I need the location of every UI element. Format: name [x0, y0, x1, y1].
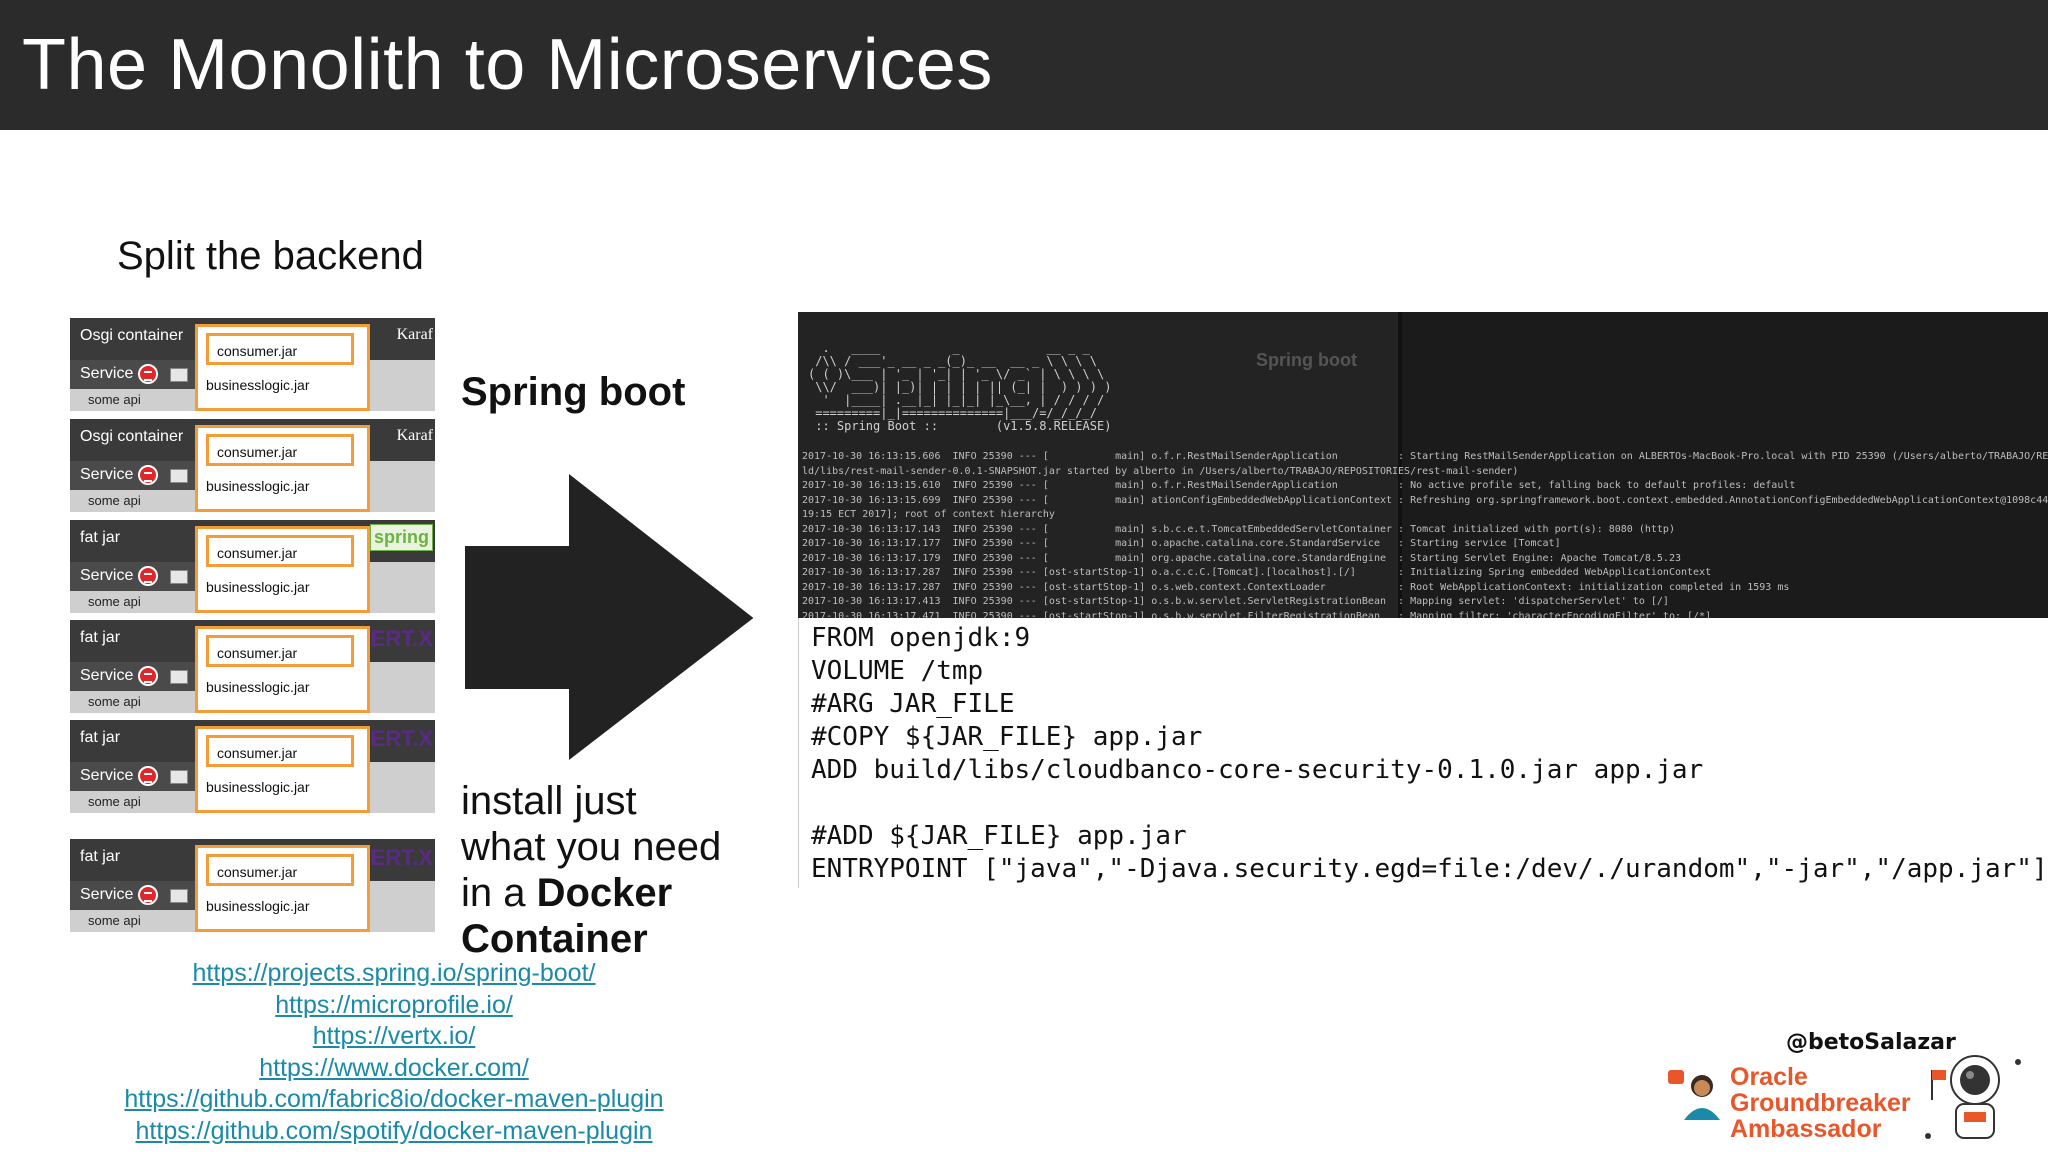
container-type: fat jar	[80, 529, 121, 546]
spring-log-output: 2017-10-30 16:13:15.606 INFO 25390 --- […	[802, 451, 2048, 618]
terminal-screenshot: . ____ _ __ _ _ /\\ / ___'_ __ _ _(_)_ _…	[798, 312, 2048, 618]
section-subtitle: Split the backend	[117, 234, 424, 278]
astronaut-icon	[1925, 1055, 2021, 1139]
service-icon	[138, 885, 158, 905]
api-label: some api	[88, 694, 141, 709]
businesslogic-jar: businesslogic.jar	[206, 779, 310, 795]
bundle-box: consumer.jar businesslogic.jar	[195, 626, 370, 713]
slide-title: The Monolith to Microservices	[22, 25, 993, 105]
businesslogic-jar: businesslogic.jar	[206, 679, 310, 695]
install-line-1: install just	[461, 779, 637, 823]
install-line-2: what you need	[461, 825, 722, 869]
install-text: install just what you need in a Docker C…	[461, 778, 761, 962]
link-vertx[interactable]: https://vertx.io/	[60, 1021, 728, 1053]
service-icon	[138, 364, 158, 384]
plug-icon	[170, 469, 188, 483]
service-label: Service	[80, 365, 134, 382]
container-type: Osgi container	[80, 327, 184, 344]
link-spring-boot[interactable]: https://projects.spring.io/spring-boot/	[60, 958, 728, 990]
framework-logo-icon: Karaf	[396, 427, 433, 444]
container-row: Osgi container Karaf Service some api consum…	[70, 318, 435, 411]
plug-icon	[170, 889, 188, 903]
dockerfile-code: FROM openjdk:9 VOLUME /tmp #ARG JAR_FILE…	[811, 623, 2048, 884]
dockerfile-panel: FROM openjdk:9 VOLUME /tmp #ARG JAR_FILE…	[798, 618, 2048, 888]
install-line-4: Container	[461, 916, 761, 962]
businesslogic-jar: businesslogic.jar	[206, 579, 310, 595]
framework-logo-icon: spring	[369, 524, 433, 551]
service-icon	[138, 465, 158, 485]
link-microprofile[interactable]: https://microprofile.io/	[60, 990, 728, 1022]
consumer-jar: consumer.jar	[206, 635, 354, 667]
install-line-3: in a Docker	[461, 870, 761, 916]
plug-icon	[170, 670, 188, 684]
consumer-jar: consumer.jar	[206, 434, 354, 466]
badge-line-1: Oracle	[1730, 1063, 1808, 1091]
bundle-box: consumer.jar businesslogic.jar	[195, 324, 370, 411]
right-arrow-icon	[463, 470, 757, 765]
link-spotify-plugin[interactable]: https://github.com/spotify/docker-maven-…	[60, 1116, 728, 1148]
api-label: some api	[88, 794, 141, 809]
plug-icon	[170, 570, 188, 584]
install-container: Container	[461, 917, 648, 961]
badge-line-2: Groundbreaker	[1730, 1089, 1911, 1117]
container-row: Osgi container Karaf Service some api consum…	[70, 419, 435, 512]
api-label: some api	[88, 392, 141, 407]
api-label: some api	[88, 493, 141, 508]
spring-ascii-banner: . ____ _ __ _ _ /\\ / ___'_ __ _ _(_)_ _…	[808, 341, 1112, 433]
install-line-3a: in a	[461, 871, 537, 915]
oracle-ambassador-badge: Oracle Groundbreaker Ambassador	[1730, 1064, 1911, 1142]
slide-header: The Monolith to Microservices	[0, 0, 2048, 130]
container-type: fat jar	[80, 629, 121, 646]
consumer-jar: consumer.jar	[206, 854, 354, 886]
spring-boot-label: Spring boot	[461, 370, 686, 414]
container-type: fat jar	[80, 848, 121, 865]
badge-line-3: Ambassador	[1730, 1115, 1882, 1143]
link-fabric8-plugin[interactable]: https://github.com/fabric8io/docker-mave…	[60, 1084, 728, 1116]
terminal-ghost-label: Spring boot	[1256, 350, 1357, 370]
service-label: Service	[80, 767, 134, 784]
service-icon	[138, 566, 158, 586]
container-type: Osgi container	[80, 428, 184, 445]
container-row: fat jar VERT.X Service some api consumer.jar…	[70, 720, 435, 813]
api-label: some api	[88, 594, 141, 609]
bundle-box: consumer.jar businesslogic.jar	[195, 526, 370, 613]
link-docker[interactable]: https://www.docker.com/	[60, 1053, 728, 1085]
businesslogic-jar: businesslogic.jar	[206, 898, 310, 914]
consumer-jar: consumer.jar	[206, 535, 354, 567]
businesslogic-jar: businesslogic.jar	[206, 377, 310, 393]
bundle-box: consumer.jar businesslogic.jar	[195, 845, 370, 932]
container-type: fat jar	[80, 729, 121, 746]
install-docker: Docker	[536, 871, 673, 915]
container-row: fat jar VERT.X Service some api consumer.jar…	[70, 620, 435, 713]
consumer-jar: consumer.jar	[206, 333, 354, 365]
plug-icon	[170, 770, 188, 784]
bundle-box: consumer.jar businesslogic.jar	[195, 726, 370, 813]
service-label: Service	[80, 466, 134, 483]
container-row: fat jar spring Service some api consumer.jar…	[70, 520, 435, 613]
service-label: Service	[80, 567, 134, 584]
api-label: some api	[88, 913, 141, 928]
container-row: fat jar VERT.X Service some api consumer.jar…	[70, 839, 435, 932]
ambassador-avatar-icon	[1668, 1070, 1720, 1120]
plug-icon	[170, 368, 188, 382]
service-label: Service	[80, 886, 134, 903]
bundle-box: consumer.jar businesslogic.jar	[195, 425, 370, 512]
framework-logo-icon: Karaf	[396, 326, 433, 343]
businesslogic-jar: businesslogic.jar	[206, 478, 310, 494]
service-icon	[138, 666, 158, 686]
service-icon	[138, 766, 158, 786]
service-label: Service	[80, 667, 134, 684]
reference-links: https://projects.spring.io/spring-boot/ …	[60, 958, 728, 1147]
consumer-jar: consumer.jar	[206, 735, 354, 767]
